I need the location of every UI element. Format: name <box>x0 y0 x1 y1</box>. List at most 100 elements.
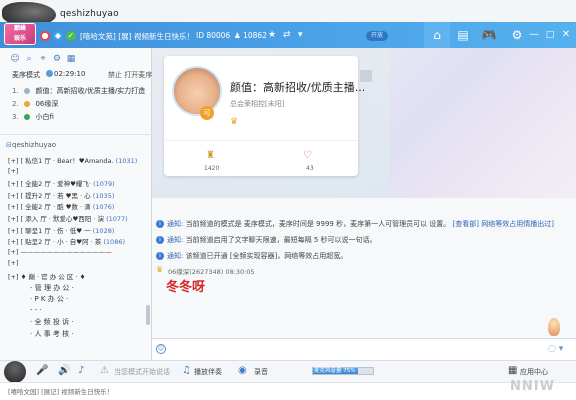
heart-count: 43 <box>306 165 314 172</box>
channel-count: (1086) <box>103 238 126 247</box>
room-title: [嘻哈文苑] [展] 视频新生日快乐！ <box>80 32 194 41</box>
host-badge: 可 <box>200 106 214 120</box>
mic-status-icon <box>24 114 31 120</box>
channel-host[interactable]: qeshizhuyao <box>12 141 56 149</box>
room-level-icon: ● <box>40 31 50 41</box>
channel-label: [+] [ 添入 厅 · 默爱心♥西阳 · 演 <box>8 215 104 223</box>
settings-small-icon[interactable]: ⚙ <box>52 54 62 64</box>
watermark: NNIW <box>510 379 555 394</box>
close-icon[interactable]: ✕ <box>558 22 574 48</box>
room-logo[interactable]: 巅峰 娱乐 <box>4 23 36 45</box>
my-avatar[interactable] <box>4 361 26 383</box>
channel-item[interactable]: [+] ♦ 巅 · 官 办 公 区 · ♦ <box>8 271 85 281</box>
notice-text: 当前频道启用了文字聊天限速，最短每隔 5 秒可以说一句话。 <box>185 236 377 244</box>
notice-text: 当前频道的模式是 麦序模式，麦序时间是 9999 秒，麦序第一人可管理员可以 设… <box>185 220 451 228</box>
channel-label: [+] [ 全能2 厅 · 爱神♥耀飞· <box>8 180 91 189</box>
info-icon: i <box>156 236 164 244</box>
more-icon[interactable]: ▾ <box>298 30 303 40</box>
chat-options-icon[interactable]: ◌ ▾ <box>548 344 563 354</box>
voice-mode-icon[interactable]: ⚠ <box>100 365 109 376</box>
channel-item[interactable]: [+] [ 私信1 厅 · Bear！♥Amanda. (1031) <box>8 155 137 165</box>
mic-mode-label: 麦序模式 <box>12 71 40 79</box>
layout-icon[interactable]: ▦ <box>66 54 76 64</box>
channel-item[interactable]: [+] <box>8 259 19 267</box>
channel-item[interactable]: [+] [ 添入 厅 · 默爱心♥西阳 · 演 (1077) <box>8 213 128 223</box>
maximize-icon[interactable]: □ <box>542 22 558 48</box>
list-icon[interactable]: ▤ <box>450 22 476 48</box>
chat-input[interactable] <box>152 338 576 360</box>
channel-label: [+] [ 全能2 厅 · 酷 ♥数 · 滴 <box>8 203 91 212</box>
volume-icon[interactable]: ♪ <box>78 365 84 376</box>
channel-item[interactable]: [+] [ 贴呈2 厅 · 小 · 自♥阿 · 茶 (1086) <box>8 236 125 246</box>
mic-user-name: 颜值：高新招收/优质主播/实力打造 <box>35 87 146 95</box>
mic-action[interactable]: 禁止 打开麦序 <box>108 70 152 80</box>
sub-channel-item[interactable]: - 管 理 办 公 · <box>30 283 74 293</box>
heart-icon[interactable]: ♡ <box>303 150 312 161</box>
crown-icon: ♛ <box>230 117 239 127</box>
channel-label: [+] [ 聊呈1 厅 · 伤 · 低♥ 一 <box>8 226 91 235</box>
accompany-label[interactable]: 播放伴奏 <box>194 367 222 377</box>
sub-channel-item[interactable]: · 人 事 考 核 · <box>30 329 74 339</box>
voice-mode-label[interactable]: 当您模式开始说话 <box>114 367 170 377</box>
music-icon[interactable]: ♫ <box>182 365 191 376</box>
search-icon[interactable]: ⌕ <box>24 54 34 64</box>
game-icon[interactable]: 🎮 <box>476 22 502 48</box>
open-toggle[interactable]: 开放 <box>366 31 388 41</box>
mic-list-item[interactable]: 2. 06缘深 <box>12 99 58 109</box>
app-center-icon[interactable]: ▦ <box>508 365 517 376</box>
channel-item[interactable]: [+] [ 聊呈1 厅 · 伤 · 低♥ 一 (1028) <box>8 225 114 235</box>
mic-number: 2. <box>12 100 19 108</box>
record-label[interactable]: 录音 <box>254 367 268 377</box>
sub-channel-item[interactable]: - - · <box>30 306 42 314</box>
volume-progress-text: 麦克风音量 75% <box>314 368 356 374</box>
chat-username[interactable]: 06缘深(2627348) 08:30:05 <box>168 266 255 276</box>
favorite-icon[interactable]: ★ <box>268 30 276 40</box>
channel-root-icon: ⊟ <box>6 141 12 149</box>
mic-list-item[interactable]: 3. 小白fi <box>12 112 54 122</box>
record-icon[interactable]: ◉ <box>238 365 247 376</box>
channel-count: (1028) <box>92 226 115 235</box>
host-title: 颜值：高新招收/优质主播... <box>230 81 366 94</box>
person-icon[interactable]: ☺ <box>10 54 20 64</box>
notice-text: 该频道已开通 [全频实现容器]，网络等效占用超宽。 <box>185 252 348 260</box>
channel-item[interactable]: [+] [ 全能2 厅 · 爱神♥耀飞· (1079) <box>8 178 115 188</box>
channel-item[interactable]: [+] —————————————— <box>8 248 112 256</box>
channel-item[interactable]: [+] <box>8 167 19 175</box>
channel-item[interactable]: [+] [ 提升2 厅 · 若 ♥黑 · 心 (1035) <box>8 190 114 200</box>
mic-list-item[interactable]: 1. 颜值：高新招收/优质主播/实力打造 <box>12 86 145 96</box>
home-icon[interactable]: ⌂ <box>424 22 450 48</box>
mascot-icon <box>548 318 560 336</box>
minimize-icon[interactable]: — <box>526 22 542 48</box>
info-icon: i <box>156 252 164 260</box>
app-center-label[interactable]: 应用中心 <box>520 367 548 377</box>
chat-notice: i 通知: 当前频道启用了文字聊天限速，最短每隔 5 秒可以说一句话。 <box>156 235 377 245</box>
microphone-icon[interactable]: 🎤 <box>36 365 48 376</box>
sub-channel-item[interactable]: · 全 频 投 诉 · <box>30 317 74 327</box>
notice-label: 通知: <box>167 220 184 228</box>
divider <box>0 134 152 135</box>
room-id: ID 80006 <box>196 31 231 40</box>
notice-link[interactable]: [查看部] 网络等效占用情播出过] <box>453 220 554 228</box>
share-icon[interactable]: ⇄ <box>283 30 291 40</box>
mic-number: 3. <box>12 113 19 121</box>
notice-label: 通知: <box>167 236 184 244</box>
status-text: [嘻哈文园] [展记] 视频新生日快乐！ <box>8 388 114 396</box>
channel-item[interactable]: [+] [ 全能2 厅 · 酷 ♥数 · 滴 (1076) <box>8 201 114 211</box>
card-image-button[interactable] <box>360 70 372 82</box>
sub-channel-item[interactable]: · P K 办 公 · <box>30 294 68 304</box>
trophy-icon[interactable]: ♜ <box>206 150 215 161</box>
channel-count: (1035) <box>92 191 115 200</box>
room-verified-icon: ✓ <box>66 31 76 41</box>
speaker-icon[interactable]: 🔊 <box>58 365 70 376</box>
channel-label: [+] [ 私信1 厅 · Bear！♥Amanda. <box>8 157 114 165</box>
online-count: ♟ 10862 <box>234 31 267 40</box>
location-icon[interactable]: ⌖ <box>38 54 48 64</box>
host-avatar[interactable] <box>172 66 222 116</box>
room-tag-icon: ◆ <box>53 31 63 41</box>
left-scrollbar[interactable] <box>146 305 150 325</box>
host-subtitle: 总会荣相控[未阳] <box>230 100 285 108</box>
channel-label: [+] ♦ 巅 · 官 办 公 区 · ♦ <box>8 273 86 281</box>
chat-notice: i 通知: 该频道已开通 [全频实现容器]，网络等效占用超宽。 <box>156 251 347 261</box>
channel-count: (1076) <box>92 203 115 212</box>
emoji-icon[interactable]: ☺ <box>156 344 166 354</box>
